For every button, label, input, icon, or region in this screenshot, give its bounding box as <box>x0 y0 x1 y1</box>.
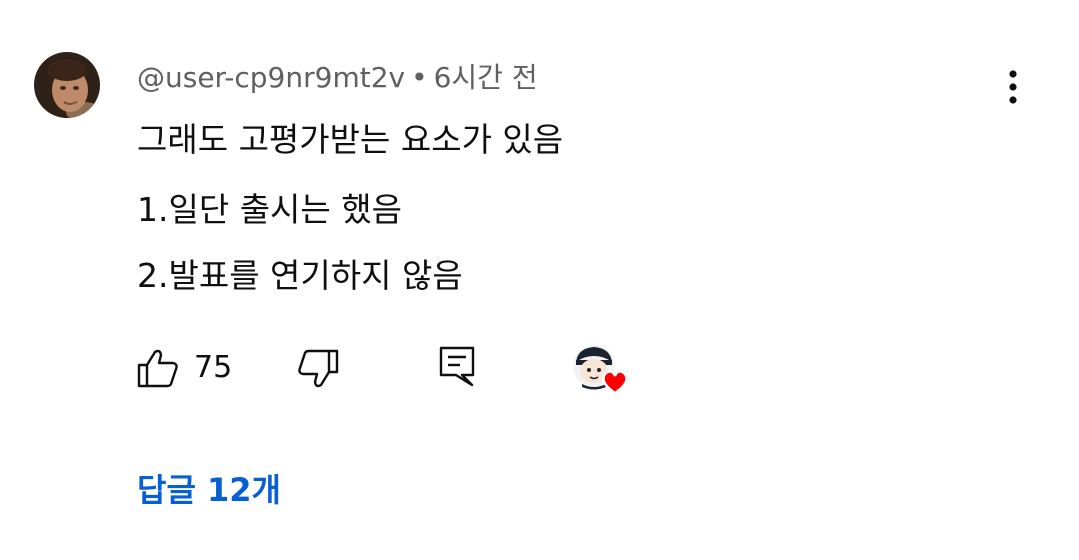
meta-separator: • <box>411 61 428 94</box>
creator-heart-badge <box>570 344 632 396</box>
like-count: 75 <box>194 350 233 385</box>
more-vert-icon <box>1009 70 1017 104</box>
comment-icon <box>439 346 475 387</box>
comment-text-line: 그래도 고평가받는 요소가 있음 <box>137 120 564 159</box>
comment-meta: @user-cp9nr9mt2v • 6시간 전 <box>137 58 538 98</box>
dislike-button[interactable] <box>296 346 340 390</box>
like-button[interactable]: 75 <box>136 346 232 390</box>
more-options-button[interactable] <box>992 64 1034 110</box>
reply-button[interactable] <box>438 344 476 388</box>
thumbs-up-icon <box>137 349 178 388</box>
creator-heart-icon <box>573 345 628 395</box>
view-replies-link[interactable]: 답글 12개 <box>137 468 281 512</box>
comment-text-line: 2.발표를 연기하지 않음 <box>137 256 463 295</box>
thumbs-down-icon <box>298 349 339 388</box>
author-avatar[interactable] <box>34 52 100 118</box>
comment-text-line: 1.일단 출시는 했음 <box>137 190 402 229</box>
author-handle[interactable]: @user-cp9nr9mt2v <box>137 61 405 94</box>
comment-timestamp: 6시간 전 <box>433 61 538 94</box>
